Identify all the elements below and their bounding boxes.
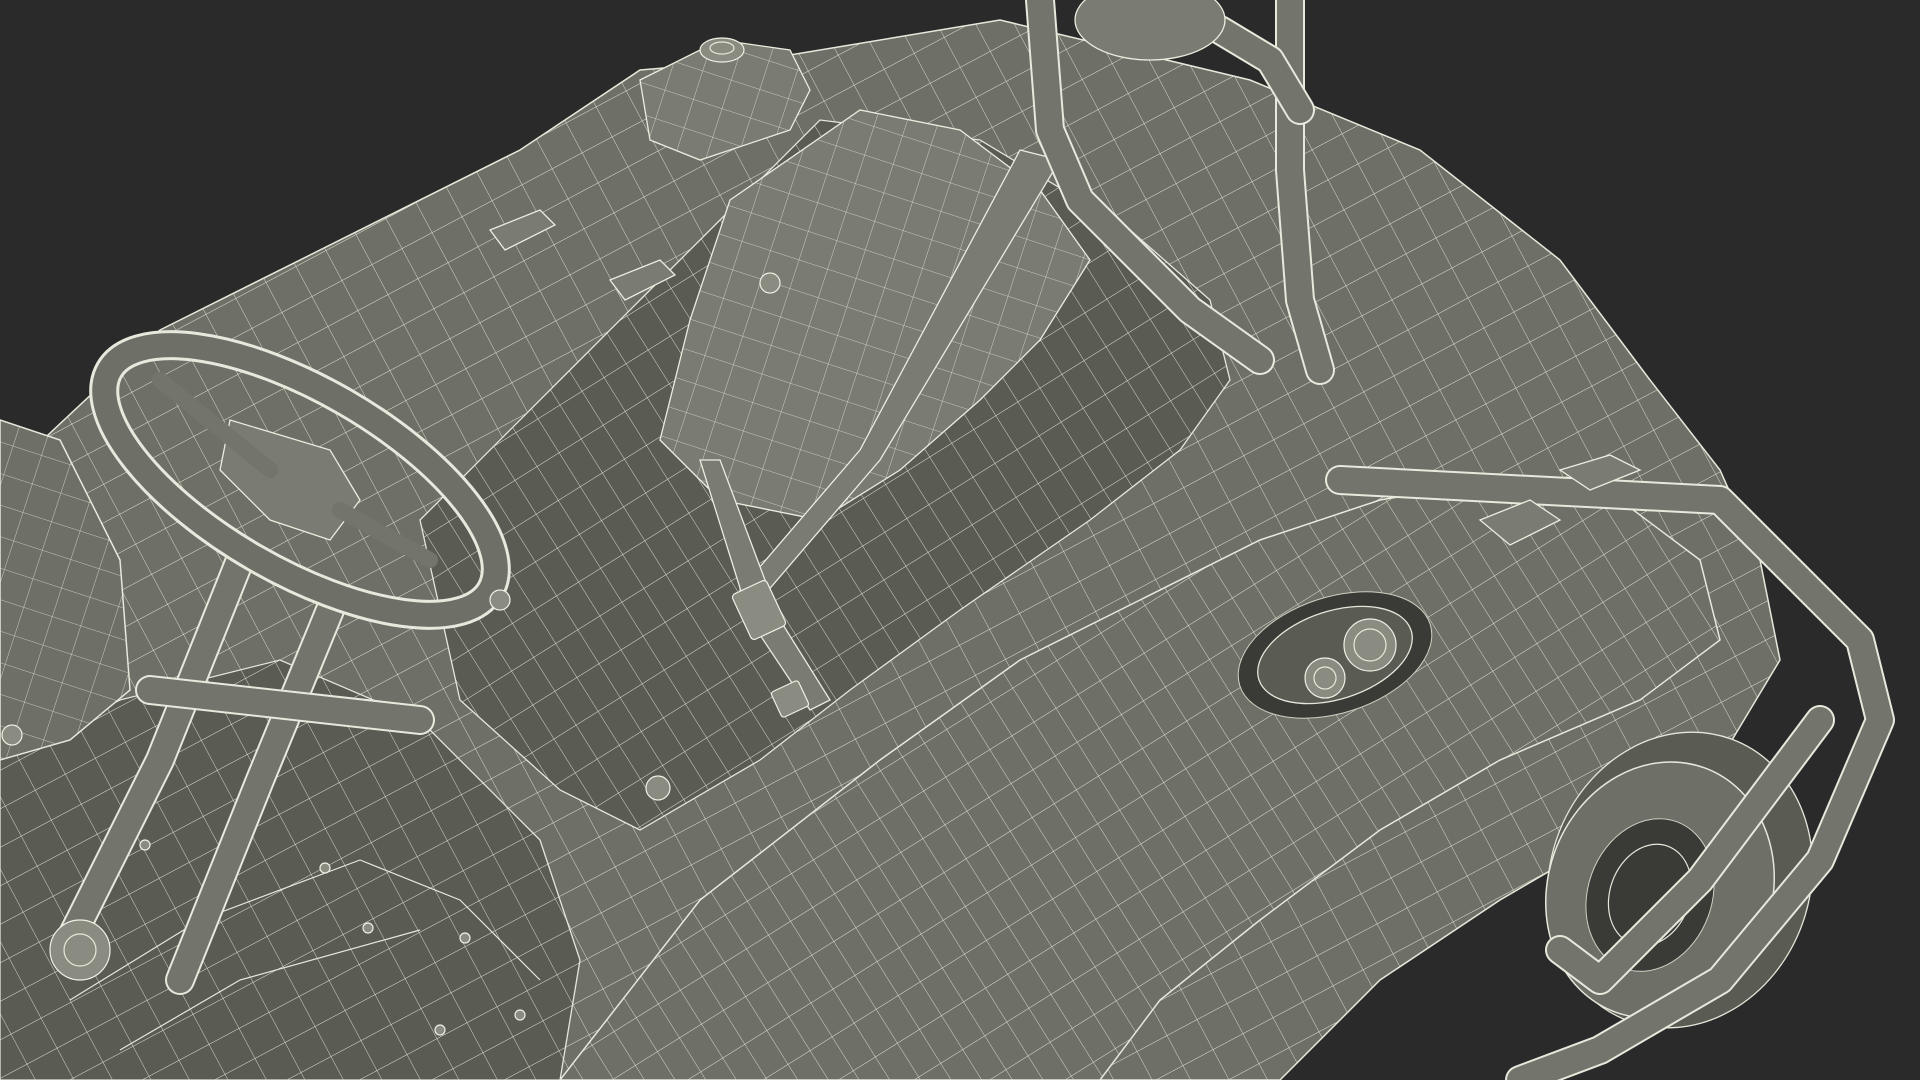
fuel-filler-icon [1304,657,1346,699]
steering-hub-icon [49,919,111,981]
seat-bolt-icon [759,272,781,294]
oil-cap-icon [1343,618,1397,672]
go-kart-wireframe-scene [0,0,1920,1080]
